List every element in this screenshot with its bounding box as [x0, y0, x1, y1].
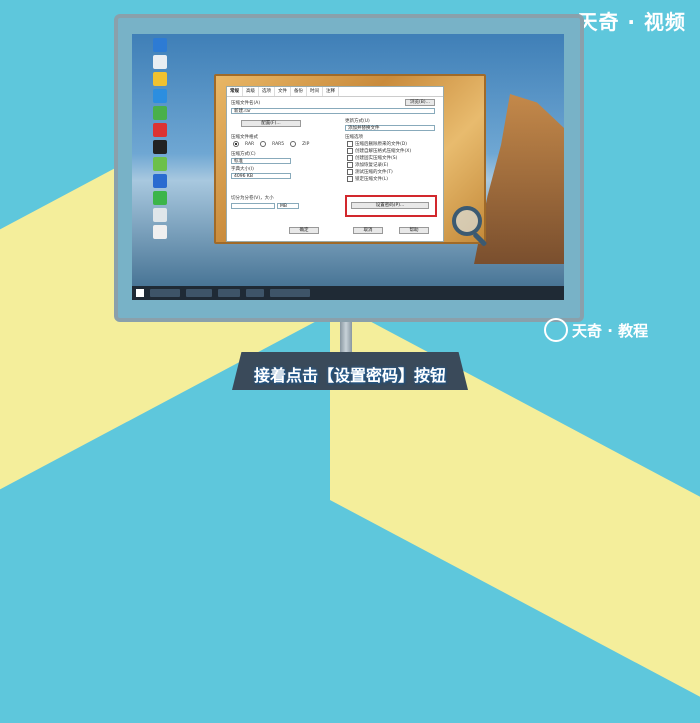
tab-general[interactable]: 常规	[227, 87, 243, 96]
browse-button[interactable]: 浏览(B)...	[405, 99, 435, 106]
split-size-field[interactable]	[231, 203, 275, 209]
option-solid[interactable]: 创建固实压缩文件(S)	[347, 155, 397, 161]
desktop-icon[interactable]	[153, 89, 167, 103]
brand-logo-top: 天奇 · 视频	[577, 10, 686, 34]
help-button[interactable]: 帮助	[399, 227, 429, 234]
format-label: 压缩文件格式	[231, 135, 258, 140]
archive-name-label: 压缩文件名(A)	[231, 101, 261, 106]
tab-options[interactable]: 选项	[259, 87, 275, 96]
dict-select[interactable]: 4096 KB	[231, 173, 291, 179]
profile-button[interactable]: 配置(F)...	[241, 120, 301, 127]
ok-button[interactable]: 确定	[289, 227, 319, 234]
brand-logo-bottom: 天奇 · 教程	[544, 318, 648, 342]
update-mode-select[interactable]: 添加并替换文件	[345, 125, 435, 131]
dialog-tabs: 常规 高级 选项 文件 备份 时间 注释	[227, 87, 443, 97]
dict-label: 字典大小(I)	[231, 167, 254, 172]
taskbar	[132, 286, 564, 300]
desktop-icon[interactable]	[153, 55, 167, 69]
split-label: 切分为分卷(V)，大小	[231, 196, 274, 201]
compression-dialog: 常规 高级 选项 文件 备份 时间 注释 压缩文件名(A) 浏览(B)... 新…	[226, 86, 444, 242]
desktop-icon[interactable]	[153, 225, 167, 239]
logo-circle-icon	[544, 318, 568, 342]
highlight-box	[345, 195, 437, 217]
desktop-icon[interactable]	[153, 191, 167, 205]
option-delete-after[interactable]: 压缩后删除原来的文件(D)	[347, 141, 407, 147]
update-mode-label: 更新方式(U)	[345, 119, 370, 124]
desktop-icon[interactable]	[153, 106, 167, 120]
format-rar5-label: RAR5	[272, 141, 285, 147]
desktop-icon[interactable]	[153, 38, 167, 52]
desktop-icons	[138, 38, 182, 239]
format-zip-label: ZIP	[302, 141, 310, 147]
brand-logo-bottom-text: 天奇 · 教程	[572, 321, 649, 340]
tab-files[interactable]: 文件	[275, 87, 291, 96]
taskbar-item[interactable]	[150, 289, 180, 297]
taskbar-item[interactable]	[246, 289, 264, 297]
format-radio-group: RAR RAR5 ZIP	[233, 141, 309, 147]
desktop-icon[interactable]	[153, 140, 167, 154]
instruction-caption: 接着点击【设置密码】按钮	[253, 366, 446, 385]
archive-name-field[interactable]: 新建.rar	[231, 108, 435, 114]
tab-comment[interactable]: 注释	[323, 87, 339, 96]
taskbar-item[interactable]	[218, 289, 240, 297]
format-radio-zip[interactable]	[290, 141, 297, 147]
desktop-icon[interactable]	[153, 157, 167, 171]
method-select[interactable]: 标准	[231, 158, 291, 164]
desktop-icon[interactable]	[153, 174, 167, 188]
options-label: 压缩选项	[345, 135, 363, 140]
format-rar-label: RAR	[245, 141, 255, 147]
tab-advanced[interactable]: 高级	[243, 87, 259, 96]
desktop-icon[interactable]	[153, 208, 167, 222]
option-recovery[interactable]: 添加恢复记录(E)	[347, 162, 388, 168]
tab-backup[interactable]: 备份	[291, 87, 307, 96]
method-label: 压缩方式(C)	[231, 152, 256, 157]
split-unit-select[interactable]: MB	[277, 203, 299, 209]
option-sfx[interactable]: 创建自解压格式压缩文件(X)	[347, 148, 411, 154]
wood-frame: 常规 高级 选项 文件 备份 时间 注释 压缩文件名(A) 浏览(B)... 新…	[214, 74, 486, 244]
format-radio-rar5[interactable]	[260, 141, 267, 147]
start-button[interactable]	[136, 289, 144, 297]
option-lock[interactable]: 锁定压缩文件(L)	[347, 176, 388, 182]
taskbar-item[interactable]	[186, 289, 212, 297]
format-radio-rar[interactable]	[233, 141, 239, 147]
cancel-button[interactable]: 取消	[353, 227, 383, 234]
desktop-icon[interactable]	[153, 123, 167, 137]
magnifier-icon	[452, 206, 482, 236]
tab-time[interactable]: 时间	[307, 87, 323, 96]
desktop-icon[interactable]	[153, 72, 167, 86]
taskbar-item[interactable]	[270, 289, 310, 297]
option-test[interactable]: 测试压缩的文件(T)	[347, 169, 393, 175]
